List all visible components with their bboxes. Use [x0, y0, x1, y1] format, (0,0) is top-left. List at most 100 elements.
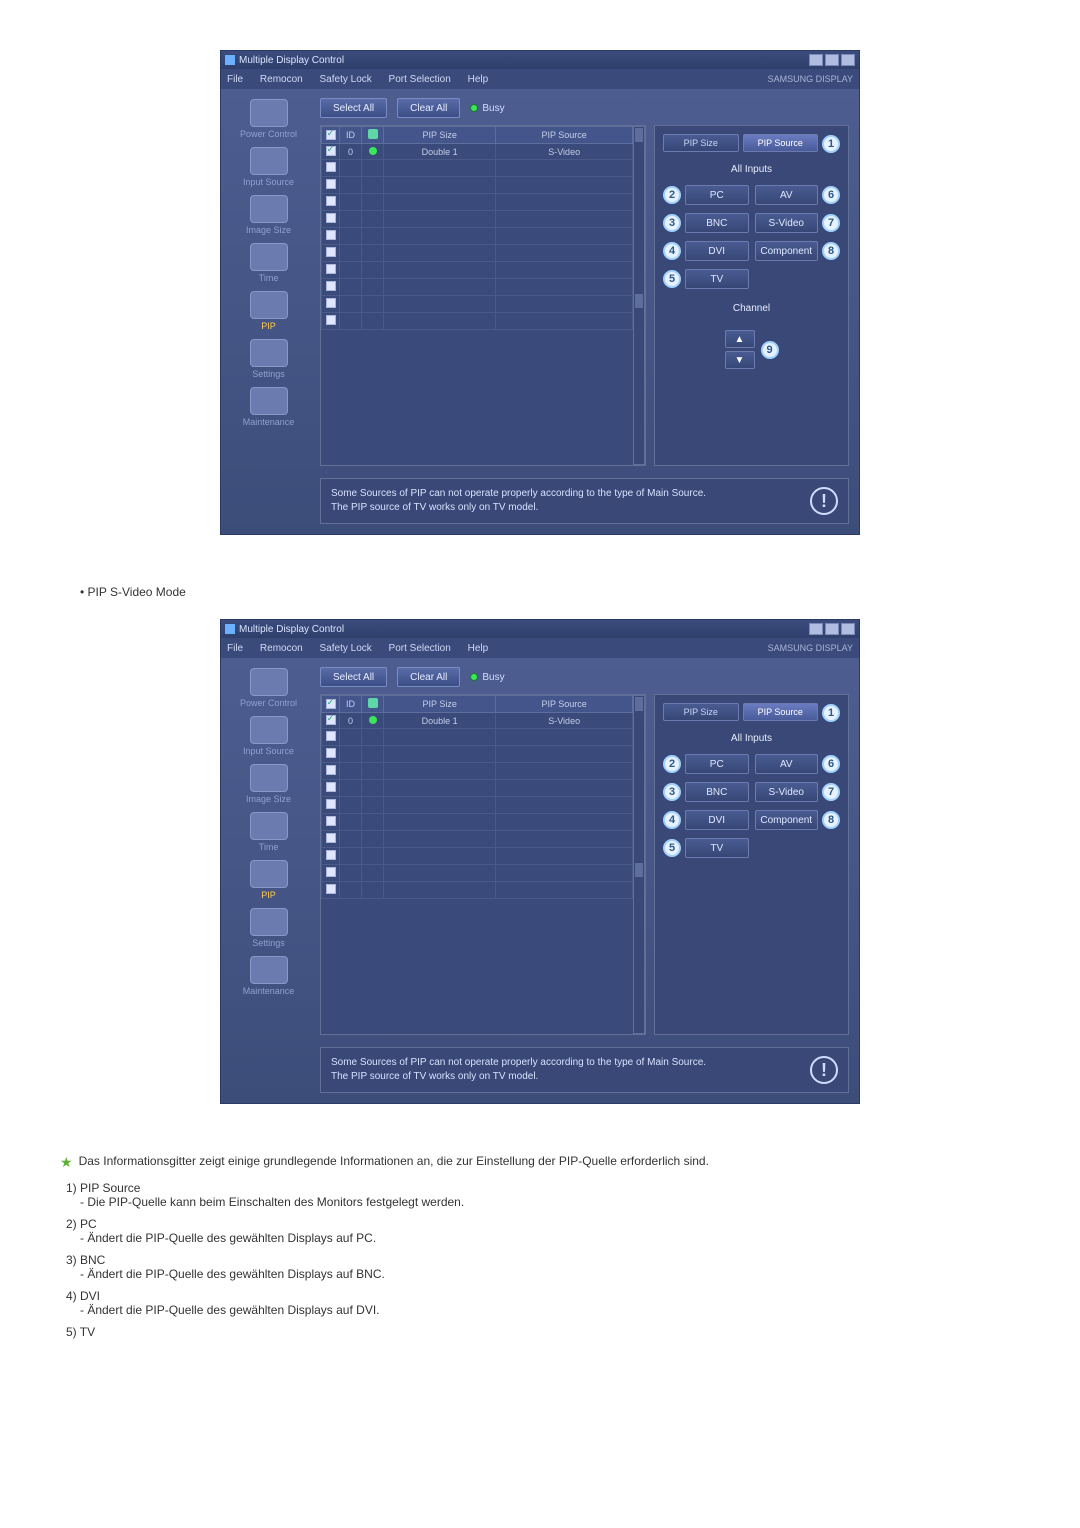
info-line-2: The PIP source of TV works only on TV mo… [331, 1070, 800, 1084]
tab-pip-size[interactable]: PIP Size [663, 703, 739, 721]
app-icon [225, 624, 235, 634]
info-icon: ! [810, 1056, 838, 1084]
menu-help[interactable]: Help [468, 74, 489, 85]
scroll-up-icon [635, 128, 643, 142]
source-av-button[interactable]: AV [755, 185, 819, 205]
clear-all-button[interactable]: Clear All [397, 98, 460, 118]
row-check-icon[interactable] [326, 146, 336, 156]
menubar: File Remocon Safety Lock Port Selection … [221, 638, 859, 658]
sidebar-item-image[interactable]: Image Size [224, 762, 314, 808]
note-1-sub: - Die PIP-Quelle kann beim Einschalten d… [80, 1195, 1020, 1209]
table-row[interactable]: 0 Double 1 S-Video [322, 713, 633, 729]
select-all-button[interactable]: Select All [320, 667, 387, 687]
table-row [322, 279, 633, 296]
menu-port-selection[interactable]: Port Selection [389, 74, 451, 85]
source-dvi-button[interactable]: DVI [685, 810, 749, 830]
menu-safety-lock[interactable]: Safety Lock [320, 643, 372, 654]
status-dot-icon [369, 716, 377, 724]
sidebar-item-power[interactable]: Power Control [224, 97, 314, 143]
tab-pip-source[interactable]: PIP Source [743, 703, 819, 721]
menu-safety-lock[interactable]: Safety Lock [320, 74, 372, 85]
table-row [322, 882, 633, 899]
menu-port-selection[interactable]: Port Selection [389, 643, 451, 654]
sidebar-item-time[interactable]: Time [224, 241, 314, 287]
source-av-button[interactable]: AV [755, 754, 819, 774]
table-row [322, 797, 633, 814]
clear-all-button[interactable]: Clear All [397, 667, 460, 687]
table-row [322, 729, 633, 746]
check-all-icon[interactable] [326, 699, 336, 709]
info-strip: Some Sources of PIP can not operate prop… [320, 478, 849, 524]
menu-remocon[interactable]: Remocon [260, 643, 303, 654]
sidebar: Power Control Input Source Image Size Ti… [221, 658, 316, 1103]
menu-file[interactable]: File [227, 74, 243, 85]
channel-label: Channel [663, 303, 840, 314]
sidebar-item-time[interactable]: Time [224, 810, 314, 856]
sidebar-item-settings[interactable]: Settings [224, 337, 314, 383]
note-2-sub: - Ändert die PIP-Quelle des gewählten Di… [80, 1231, 1020, 1245]
minimize-icon[interactable] [809, 54, 823, 66]
col-pip-size: PIP Size [384, 696, 496, 713]
minimize-icon[interactable] [809, 623, 823, 635]
note-3-head: 3) BNC [66, 1253, 1020, 1267]
menubar: File Remocon Safety Lock Port Selection … [221, 69, 859, 89]
table-row [322, 160, 633, 177]
menu-remocon[interactable]: Remocon [260, 74, 303, 85]
channel-up-button[interactable]: ▲ [725, 330, 755, 348]
table-row [322, 814, 633, 831]
table-row [322, 313, 633, 330]
badge-6: 6 [822, 755, 840, 773]
notes-section: ★ Das Informationsgitter zeigt einige gr… [60, 1154, 1020, 1339]
note-4-sub: - Ändert die PIP-Quelle des gewählten Di… [80, 1303, 1020, 1317]
col-id: ID [340, 696, 362, 713]
source-tv-button[interactable]: TV [685, 838, 749, 858]
check-all-icon[interactable] [326, 130, 336, 140]
grid-scrollbar[interactable] [633, 695, 645, 1034]
window-title: Multiple Display Control [239, 624, 344, 635]
app-icon [225, 55, 235, 65]
maximize-icon[interactable] [825, 54, 839, 66]
menu-help[interactable]: Help [468, 643, 489, 654]
display-grid[interactable]: ID PIP Size PIP Source 0 Double 1 S-Vide… [320, 125, 646, 466]
table-row [322, 865, 633, 882]
scroll-up-icon [635, 697, 643, 711]
sidebar-item-input[interactable]: Input Source [224, 714, 314, 760]
source-tv-button[interactable]: TV [685, 269, 749, 289]
sidebar-item-settings[interactable]: Settings [224, 906, 314, 952]
close-icon[interactable] [841, 623, 855, 635]
source-pc-button[interactable]: PC [685, 754, 749, 774]
source-bnc-button[interactable]: BNC [685, 213, 749, 233]
sidebar-item-maintenance[interactable]: Maintenance [224, 954, 314, 1000]
select-all-button[interactable]: Select All [320, 98, 387, 118]
tab-pip-source[interactable]: PIP Source [743, 134, 819, 152]
close-icon[interactable] [841, 54, 855, 66]
source-pc-button[interactable]: PC [685, 185, 749, 205]
sidebar-item-maintenance[interactable]: Maintenance [224, 385, 314, 431]
badge-5: 5 [663, 839, 681, 857]
note-3-sub: - Ändert die PIP-Quelle des gewählten Di… [80, 1267, 1020, 1281]
source-svideo-button[interactable]: S-Video [755, 213, 819, 233]
display-grid[interactable]: ID PIP Size PIP Source 0 Double 1 S-Vide… [320, 694, 646, 1035]
col-pip-size: PIP Size [384, 127, 496, 144]
source-svideo-button[interactable]: S-Video [755, 782, 819, 802]
notes-intro: Das Informationsgitter zeigt einige grun… [79, 1154, 709, 1168]
menu-file[interactable]: File [227, 643, 243, 654]
source-bnc-button[interactable]: BNC [685, 782, 749, 802]
table-row [322, 262, 633, 279]
channel-down-button[interactable]: ▼ [725, 351, 755, 369]
table-row[interactable]: 0 Double 1 S-Video [322, 144, 633, 160]
tab-pip-size[interactable]: PIP Size [663, 134, 739, 152]
sidebar-item-image[interactable]: Image Size [224, 193, 314, 239]
source-component-button[interactable]: Component [755, 241, 819, 261]
row-check-icon[interactable] [326, 715, 336, 725]
sidebar-item-pip[interactable]: PIP [224, 289, 314, 335]
source-dvi-button[interactable]: DVI [685, 241, 749, 261]
source-component-button[interactable]: Component [755, 810, 819, 830]
sidebar-item-pip[interactable]: PIP [224, 858, 314, 904]
maximize-icon[interactable] [825, 623, 839, 635]
note-4-head: 4) DVI [66, 1289, 1020, 1303]
sidebar-item-input[interactable]: Input Source [224, 145, 314, 191]
grid-scrollbar[interactable] [633, 126, 645, 465]
sidebar-item-power[interactable]: Power Control [224, 666, 314, 712]
note-5-head: 5) TV [66, 1325, 1020, 1339]
